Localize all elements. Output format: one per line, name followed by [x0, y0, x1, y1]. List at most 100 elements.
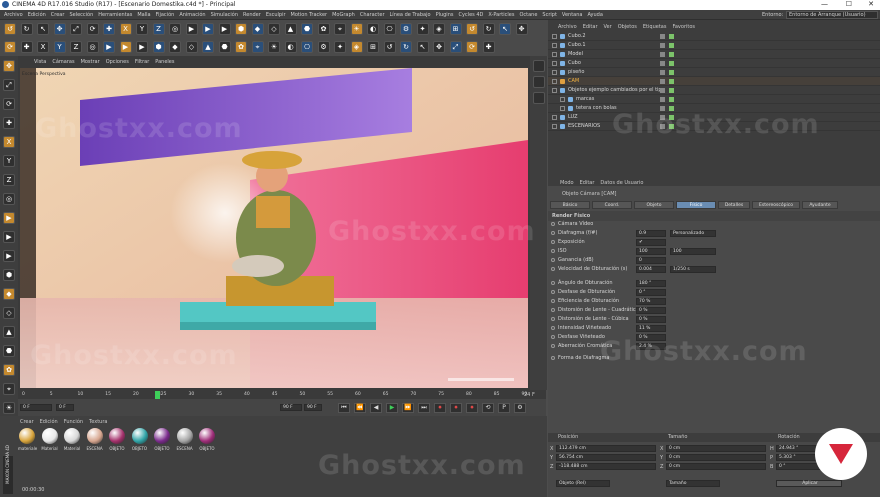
visibility-dot-icon[interactable] — [660, 52, 665, 57]
toolbar-2-tool-25-icon[interactable]: ↖ — [416, 41, 429, 53]
toolbar-2-tool-7-icon[interactable]: ▶ — [119, 41, 132, 53]
object-row[interactable]: Model — [548, 50, 880, 59]
animation-key-icon[interactable] — [551, 344, 555, 348]
position-field[interactable]: 112.479 cm — [556, 445, 656, 452]
minimize-button[interactable]: — — [821, 0, 828, 9]
animation-key-icon[interactable] — [551, 222, 555, 226]
menu-item-16[interactable]: Cycles 4D — [458, 10, 483, 20]
left-tool-18-icon[interactable]: ☀ — [3, 402, 15, 414]
menu-item-13[interactable]: Character — [360, 10, 385, 20]
attribute-value[interactable]: 0 — [636, 257, 666, 264]
object-menu-3[interactable]: Objetos — [618, 23, 637, 31]
toolbar-2-tool-0-icon[interactable]: ⟳ — [4, 41, 16, 53]
size-field[interactable]: 0 cm — [666, 445, 766, 452]
toolbar-1-tool-12-icon[interactable]: ▶ — [202, 23, 214, 35]
left-tool-0-icon[interactable]: ✥ — [3, 60, 15, 72]
expand-toggle-icon[interactable] — [552, 52, 557, 57]
toolbar-1-tool-1-icon[interactable]: ↻ — [20, 23, 33, 35]
viewport-menu-5[interactable]: Paneles — [155, 58, 174, 67]
toolbar-2-tool-6-icon[interactable]: ▶ — [103, 41, 115, 53]
menu-item-5[interactable]: Malla — [137, 10, 150, 20]
animation-key-icon[interactable] — [551, 356, 555, 360]
object-menu-5[interactable]: Favoritos — [672, 23, 695, 31]
attribute-dropdown[interactable]: Personalizado — [670, 230, 716, 237]
toolbar-1-tool-21-icon[interactable]: ☀ — [350, 23, 363, 35]
toolbar-1-tool-6-icon[interactable]: ✚ — [103, 23, 115, 35]
animation-key-icon[interactable] — [551, 281, 555, 285]
enable-check-icon[interactable] — [669, 70, 674, 75]
animation-key-icon[interactable] — [551, 231, 555, 235]
object-row[interactable]: Objetos ejemplo cambiados por el tipo — [548, 86, 880, 95]
attribute-value[interactable]: 11 % — [636, 325, 666, 332]
enable-check-icon[interactable] — [669, 88, 674, 93]
toolbar-2-tool-14-icon[interactable]: ✿ — [235, 41, 247, 53]
visibility-dot-icon[interactable] — [660, 43, 665, 48]
toolbar-2-tool-20-icon[interactable]: ✦ — [334, 41, 346, 53]
toolbar-1-tool-11-icon[interactable]: ▶ — [185, 23, 198, 35]
menu-item-11[interactable]: Motion Tracker — [291, 10, 328, 20]
viewport-side-tool-1-icon[interactable] — [533, 76, 545, 88]
enable-check-icon[interactable] — [669, 124, 674, 129]
transport-button-11-icon[interactable]: ⚙ — [514, 403, 526, 413]
attribute-tab-5[interactable]: Estereoscópico — [752, 201, 800, 209]
animation-key-icon[interactable] — [551, 308, 555, 312]
toolbar-2-tool-13-icon[interactable]: ⬣ — [218, 41, 231, 53]
object-menu-0[interactable]: Archivo — [558, 23, 577, 31]
expand-toggle-icon[interactable] — [552, 34, 557, 39]
transport-button-7-icon[interactable]: ⏺ — [450, 403, 462, 413]
expand-toggle-icon[interactable] — [560, 97, 565, 102]
toolbar-1-tool-0-icon[interactable]: ↺ — [4, 23, 16, 35]
animation-key-icon[interactable] — [551, 317, 555, 321]
toolbar-1-tool-18-icon[interactable]: ⬣ — [301, 23, 313, 35]
animation-key-icon[interactable] — [551, 326, 555, 330]
expand-toggle-icon[interactable] — [552, 70, 557, 75]
enable-check-icon[interactable] — [669, 34, 674, 39]
toolbar-2-tool-29-icon[interactable]: ✚ — [482, 41, 495, 53]
object-row[interactable]: Cubo — [548, 59, 880, 68]
toolbar-1-tool-17-icon[interactable]: ▲ — [284, 23, 297, 35]
material-swatch-8[interactable]: OBJETO — [198, 428, 216, 456]
visibility-dot-icon[interactable] — [660, 79, 665, 84]
expand-toggle-icon[interactable] — [552, 61, 557, 66]
visibility-dot-icon[interactable] — [660, 70, 665, 75]
toolbar-2-tool-22-icon[interactable]: ⊞ — [367, 41, 379, 53]
left-tool-15-icon[interactable]: ⬣ — [3, 345, 15, 357]
toolbar-1-tool-15-icon[interactable]: ◆ — [251, 23, 264, 35]
toolbar-2-tool-19-icon[interactable]: ⚙ — [317, 41, 330, 53]
menu-item-3[interactable]: Selección — [69, 10, 93, 20]
menu-item-10[interactable]: Esculpir — [266, 10, 286, 20]
menu-item-1[interactable]: Edición — [28, 10, 46, 20]
visibility-dot-icon[interactable] — [660, 106, 665, 111]
expand-toggle-icon[interactable] — [552, 88, 557, 93]
animation-key-icon[interactable] — [551, 267, 555, 271]
object-row[interactable]: LUZ — [548, 113, 880, 122]
left-tool-10-icon[interactable]: ▶ — [3, 250, 15, 262]
toolbar-2-tool-8-icon[interactable]: ▶ — [136, 41, 148, 53]
transport-button-10-icon[interactable]: P — [498, 403, 510, 413]
left-tool-4-icon[interactable]: X — [3, 136, 15, 148]
toolbar-2-tool-27-icon[interactable]: ⤢ — [449, 41, 462, 53]
toolbar-1-tool-2-icon[interactable]: ↖ — [37, 23, 49, 35]
toolbar-2-tool-9-icon[interactable]: ⬢ — [152, 41, 165, 53]
left-tool-11-icon[interactable]: ⬢ — [3, 269, 15, 281]
expand-toggle-icon[interactable] — [552, 43, 557, 48]
menu-item-20[interactable]: Ventana — [562, 10, 583, 20]
viewport-side-tool-2-icon[interactable] — [533, 92, 545, 104]
left-tool-7-icon[interactable]: ◎ — [3, 193, 15, 205]
attribute-value[interactable]: 0.004 — [636, 266, 666, 273]
toolbar-1-tool-14-icon[interactable]: ⬢ — [235, 23, 247, 35]
animation-key-icon[interactable] — [551, 240, 555, 244]
transport-button-6-icon[interactable]: ⏺ — [434, 403, 446, 413]
attribute-tab-2[interactable]: Objeto — [634, 201, 674, 209]
object-row[interactable]: Cubo.2 — [548, 32, 880, 41]
left-tool-6-icon[interactable]: Z — [3, 174, 15, 186]
menu-item-12[interactable]: MoGraph — [332, 10, 355, 20]
toolbar-1-tool-28-icon[interactable]: ↺ — [466, 23, 478, 35]
viewport-menu-2[interactable]: Mostrar — [81, 58, 100, 67]
animation-key-icon[interactable] — [551, 249, 555, 253]
attribute-value[interactable]: 0 % — [636, 316, 666, 323]
viewport-menu-0[interactable]: Vista — [34, 58, 46, 67]
maximize-button[interactable]: ☐ — [846, 0, 852, 9]
toolbar-1-tool-20-icon[interactable]: ⌖ — [334, 23, 346, 35]
menu-item-2[interactable]: Crear — [51, 10, 65, 20]
